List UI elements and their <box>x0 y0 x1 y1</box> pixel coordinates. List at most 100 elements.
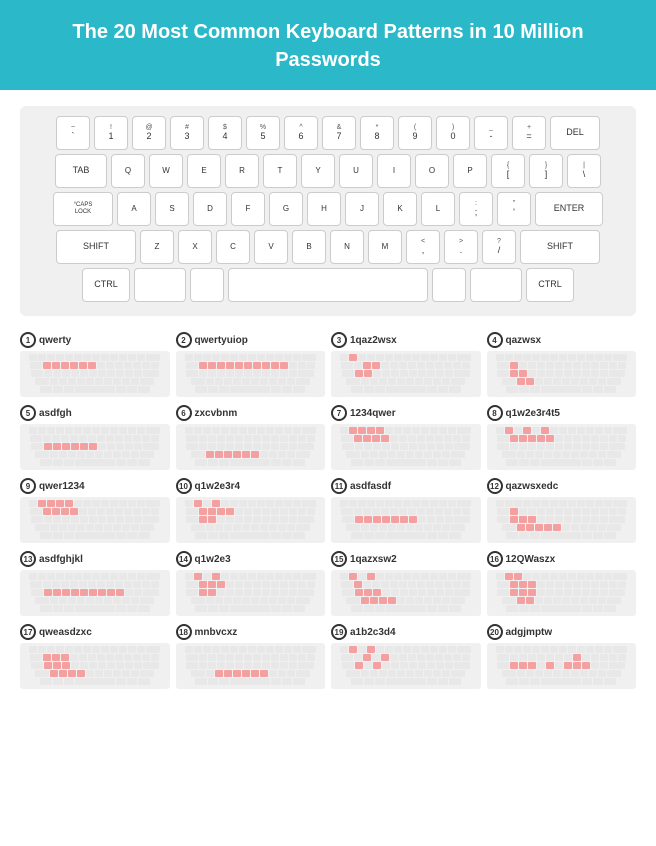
key-8: *8 <box>360 116 394 150</box>
pattern-14: 14 q1w2e3 <box>176 551 326 616</box>
kb-row-2: TAB Q W E R T Y U I O P {[ }] |\ <box>28 154 628 188</box>
key-menu <box>470 268 522 302</box>
mini-kb-6 <box>176 424 326 470</box>
mini-kb-15 <box>331 570 481 616</box>
mini-kb-16 <box>487 570 637 616</box>
mini-kb-3 <box>331 351 481 397</box>
pattern-name-20: adgjmptw <box>506 627 553 638</box>
pattern-12: 12 qazwsxedc <box>487 478 637 543</box>
mini-kb-13 <box>20 570 170 616</box>
key-tab: TAB <box>55 154 107 188</box>
kb-row-5: CTRL CTRL <box>28 268 628 302</box>
pattern-20: 20 adgjmptw <box>487 624 637 689</box>
mini-kb-4 <box>487 351 637 397</box>
key-r: R <box>225 154 259 188</box>
pattern-name-14: q1w2e3 <box>195 554 231 565</box>
pattern-1: 1 qwerty <box>20 332 170 397</box>
kb-row-4: SHIFT Z X C V B N M <, >. ?/ SHIFT <box>28 230 628 264</box>
pattern-num-18: 18 <box>176 624 192 640</box>
key-c: C <box>216 230 250 264</box>
pattern-num-6: 6 <box>176 405 192 421</box>
key-x: X <box>178 230 212 264</box>
pattern-8: 8 q1w2e3r4t5 <box>487 405 637 470</box>
pattern-num-2: 2 <box>176 332 192 348</box>
main-content: ~` !1 @2 #3 $4 %5 ^6 &7 *8 (9 )0 _- += D… <box>0 90 656 699</box>
key-b: B <box>292 230 326 264</box>
key-ctrl-right: CTRL <box>526 268 574 302</box>
key-y: Y <box>301 154 335 188</box>
pattern-15: 15 1qazxsw2 <box>331 551 481 616</box>
key-9: (9 <box>398 116 432 150</box>
pattern-num-1: 1 <box>20 332 36 348</box>
pattern-3: 3 1qaz2wsx <box>331 332 481 397</box>
pattern-num-7: 7 <box>331 405 347 421</box>
key-5: %5 <box>246 116 280 150</box>
key-2: @2 <box>132 116 166 150</box>
key-lbracket: {[ <box>491 154 525 188</box>
pattern-name-12: qazwsxedc <box>506 481 559 492</box>
mini-kb-9 <box>20 497 170 543</box>
key-d: D <box>193 192 227 226</box>
mini-kb-20 <box>487 643 637 689</box>
key-t: T <box>263 154 297 188</box>
pattern-11: 11 asdfasdf <box>331 478 481 543</box>
key-l: L <box>421 192 455 226</box>
key-a: A <box>117 192 151 226</box>
key-alt <box>190 268 224 302</box>
page: The 20 Most Common Keyboard Patterns in … <box>0 0 656 846</box>
key-6: ^6 <box>284 116 318 150</box>
mini-kb-2 <box>176 351 326 397</box>
mini-kb-7 <box>331 424 481 470</box>
pattern-name-9: qwer1234 <box>39 481 85 492</box>
key-n: N <box>330 230 364 264</box>
pattern-num-13: 13 <box>20 551 36 567</box>
key-shift-right: SHIFT <box>520 230 600 264</box>
key-backslash: |\ <box>567 154 601 188</box>
pattern-name-10: q1w2e3r4 <box>195 481 241 492</box>
key-k: K <box>383 192 417 226</box>
mini-kb-8 <box>487 424 637 470</box>
key-space <box>228 268 428 302</box>
pattern-name-6: zxcvbnm <box>195 408 238 419</box>
pattern-num-5: 5 <box>20 405 36 421</box>
pattern-6: 6 zxcvbnm <box>176 405 326 470</box>
key-v: V <box>254 230 288 264</box>
pattern-name-3: 1qaz2wsx <box>350 335 397 346</box>
pattern-name-11: asdfasdf <box>350 481 391 492</box>
pattern-16: 16 12QWaszx <box>487 551 637 616</box>
pattern-num-4: 4 <box>487 332 503 348</box>
key-comma: <, <box>406 230 440 264</box>
key-h: H <box>307 192 341 226</box>
mini-kb-5 <box>20 424 170 470</box>
pattern-num-12: 12 <box>487 478 503 494</box>
key-j: J <box>345 192 379 226</box>
page-header: The 20 Most Common Keyboard Patterns in … <box>0 0 656 90</box>
key-rbracket: }] <box>529 154 563 188</box>
key-s: S <box>155 192 189 226</box>
pattern-19: 19 a1b2c3d4 <box>331 624 481 689</box>
key-alt-r <box>432 268 466 302</box>
key-0: )0 <box>436 116 470 150</box>
key-semicolon: :; <box>459 192 493 226</box>
key-1: !1 <box>94 116 128 150</box>
key-slash: ?/ <box>482 230 516 264</box>
pattern-num-20: 20 <box>487 624 503 640</box>
pattern-num-17: 17 <box>20 624 36 640</box>
key-i: I <box>377 154 411 188</box>
key-g: G <box>269 192 303 226</box>
key-o: O <box>415 154 449 188</box>
pattern-name-17: qweasdzxc <box>39 627 92 638</box>
mini-kb-10 <box>176 497 326 543</box>
pattern-name-1: qwerty <box>39 335 71 346</box>
pattern-name-8: q1w2e3r4t5 <box>506 408 560 419</box>
key-enter: ENTER <box>535 192 603 226</box>
pattern-num-8: 8 <box>487 405 503 421</box>
main-keyboard: ~` !1 @2 #3 $4 %5 ^6 &7 *8 (9 )0 _- += D… <box>20 106 636 316</box>
mini-kb-18 <box>176 643 326 689</box>
key-fn <box>134 268 186 302</box>
key-shift-left: SHIFT <box>56 230 136 264</box>
mini-kb-1 <box>20 351 170 397</box>
key-minus: _- <box>474 116 508 150</box>
pattern-name-4: qazwsx <box>506 335 542 346</box>
pattern-name-7: 1234qwer <box>350 408 396 419</box>
